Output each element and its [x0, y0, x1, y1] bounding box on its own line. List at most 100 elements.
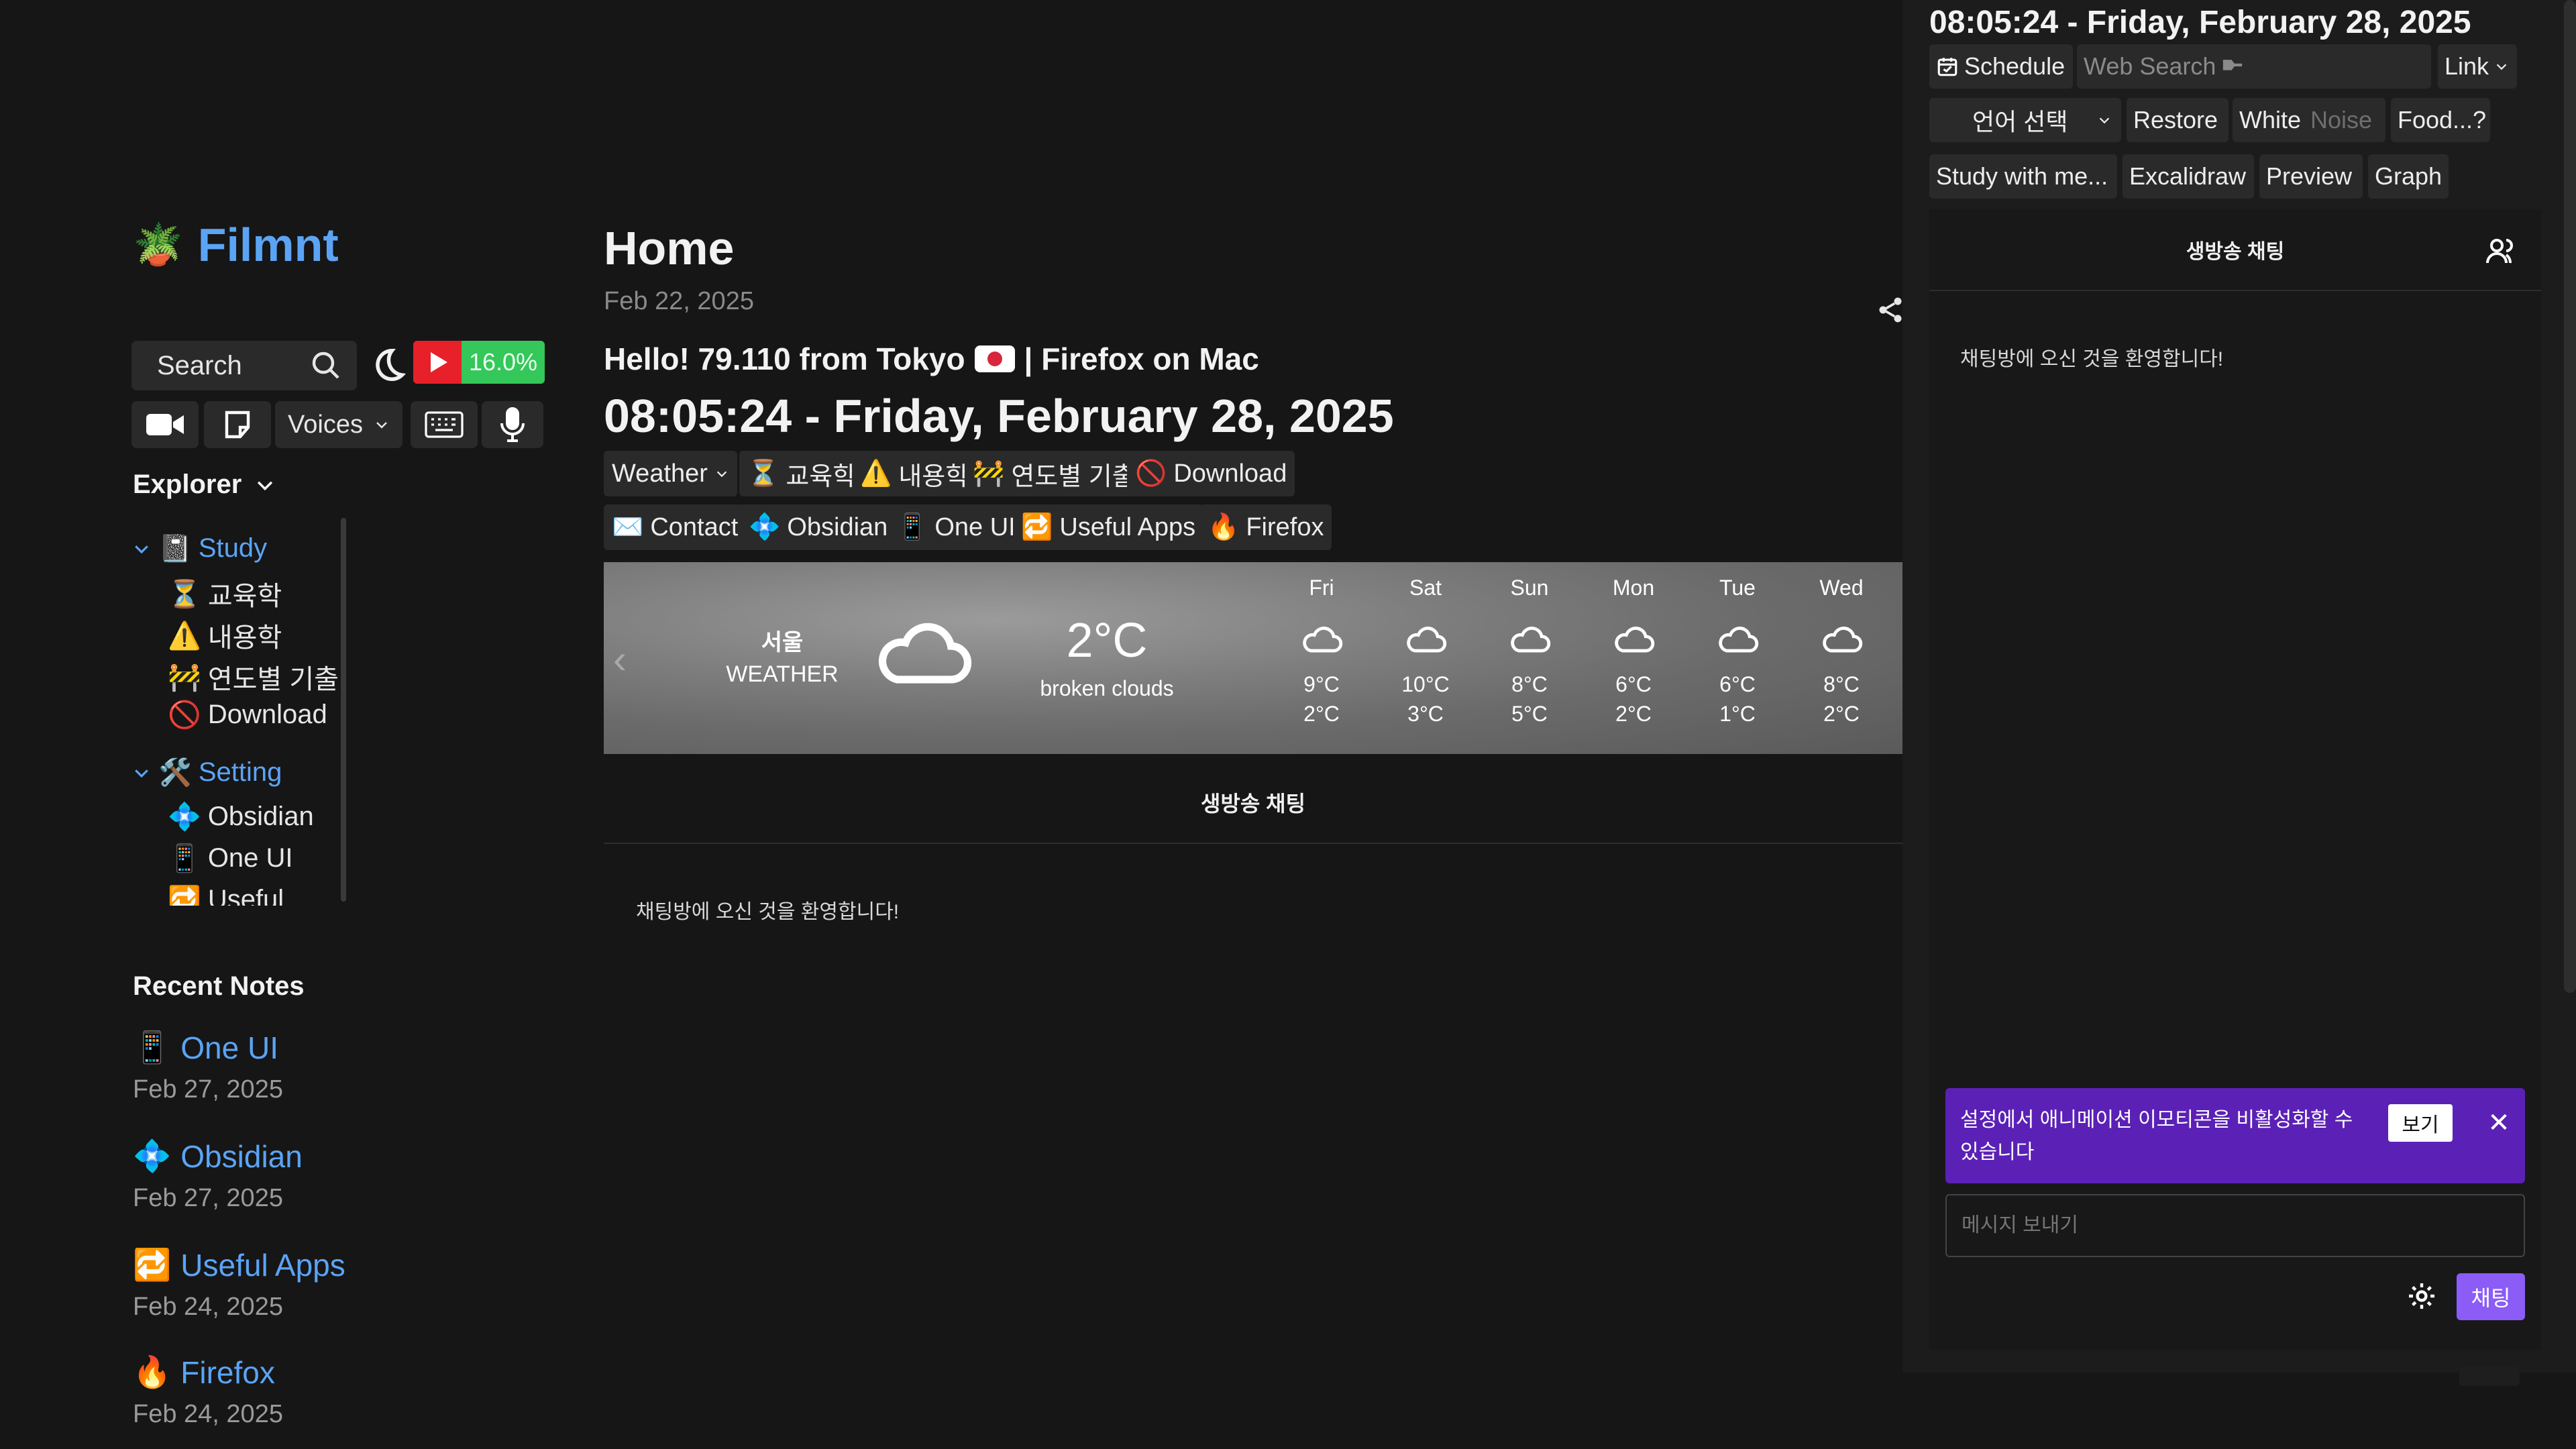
japan-flag-icon [974, 345, 1015, 372]
excalidraw-button[interactable]: Excalidraw [2123, 154, 2254, 199]
preview-button[interactable]: Preview [2259, 154, 2363, 199]
diamond-icon: 💠 [133, 1138, 172, 1173]
tree-folder-study[interactable]: 📓 Study [131, 533, 267, 564]
phone-icon: 📱 [168, 844, 201, 873]
page-date: Feb 22, 2025 [604, 287, 754, 315]
note-button[interactable] [204, 401, 271, 448]
chip-label: Download [1173, 459, 1287, 488]
site-logo[interactable]: 🪴 Filmnt [133, 218, 339, 272]
music-progress[interactable]: 16.0% [413, 341, 545, 384]
forecast-day-name: Fri [1309, 576, 1334, 600]
keyboard-button[interactable] [411, 401, 478, 448]
cloud-icon [1275, 609, 1368, 669]
recent-note[interactable]: 🔁 Useful Apps Feb 24, 2025 [133, 1246, 345, 1322]
tree-item[interactable]: ⚠️ 내용학 [168, 616, 282, 655]
recent-note[interactable]: 🔥 Firefox Feb 24, 2025 [133, 1354, 283, 1429]
chip-link[interactable]: 🔥 Firefox [1199, 504, 1332, 550]
forecast-low: 2°C [1823, 702, 1860, 726]
recent-note-title[interactable]: Obsidian [180, 1138, 303, 1175]
recent-note-title[interactable]: Useful Apps [180, 1247, 345, 1283]
users-icon[interactable] [2485, 235, 2517, 267]
forecast-day: Tue 6°C 1°C [1690, 576, 1784, 729]
chip-label: One UI [934, 513, 1016, 541]
language-select[interactable]: 언어 선택 [1929, 98, 2121, 142]
play-icon[interactable] [413, 341, 462, 384]
voices-dropdown[interactable]: Voices [275, 401, 402, 448]
tree-item[interactable]: 🚫 Download [168, 699, 327, 731]
restore-button[interactable]: Restore [2127, 98, 2229, 142]
greeting-text: Hello! 79.110 from Tokyo [604, 341, 965, 376]
chip-label: Obsidian [787, 513, 888, 541]
chip-label: 교육학 [786, 462, 857, 491]
recent-note-title[interactable]: Firefox [180, 1354, 275, 1391]
study-with-me-button[interactable]: Study with me... [1929, 154, 2117, 199]
forecast-low: 2°C [1615, 702, 1652, 726]
pointer-icon [2221, 58, 2244, 75]
tree-folder-label: Study [198, 533, 268, 563]
video-button[interactable] [131, 401, 199, 448]
recent-note[interactable]: 📱 One UI Feb 27, 2025 [133, 1029, 283, 1104]
moon-icon[interactable] [368, 345, 408, 385]
chevron-down-icon [254, 474, 276, 496]
message-input[interactable] [1945, 1194, 2525, 1257]
forecast-day: Fri 9°C 2°C [1275, 576, 1368, 729]
share-icon[interactable] [1876, 295, 1905, 325]
food-button[interactable]: Food...? [2391, 98, 2490, 142]
forecast-low: 3°C [1407, 702, 1444, 726]
panel-tab[interactable] [2459, 1366, 2520, 1386]
tree-scrollbar[interactable] [341, 518, 346, 902]
chat-panel-welcome: 채팅방에 오신 것을 환영합니다! [1960, 348, 2224, 370]
white-noise-button[interactable]: White Noise [2233, 98, 2385, 142]
video-camera-icon [145, 410, 185, 439]
notebook-icon: 📓 [158, 534, 192, 564]
microphone-button[interactable] [482, 401, 543, 448]
warning-icon: ⚠️ [168, 621, 201, 651]
send-chat-button[interactable]: 채팅 [2457, 1273, 2525, 1320]
tree-item-label: One UI [207, 843, 293, 873]
chip-link[interactable]: ✉️ Contact [604, 504, 747, 550]
fire-icon: 🔥 [133, 1354, 172, 1389]
weather-dropdown[interactable]: Weather [604, 451, 737, 496]
tree-item[interactable]: 📱 One UI [168, 843, 293, 874]
tree-item[interactable]: ⏳ 교육학 [168, 574, 282, 613]
recent-note[interactable]: 💠 Obsidian Feb 27, 2025 [133, 1138, 303, 1213]
chevron-down-icon [2494, 59, 2509, 74]
chip-link[interactable]: 💠 Obsidian [741, 504, 896, 550]
prohibited-icon: 🚫 [168, 700, 201, 730]
tree-item[interactable]: 🚧 연도별 기출 [168, 657, 339, 696]
tree-item[interactable]: 💠 Obsidian [168, 801, 314, 833]
chip-link[interactable]: ⚠️ 내용학 [852, 451, 977, 496]
microphone-icon [498, 407, 527, 442]
chip-link[interactable]: 🚫 Download [1127, 451, 1295, 496]
chip-link[interactable]: ⏳ 교육학 [739, 451, 865, 496]
chip-link[interactable]: 🚧 연도별 기출 [965, 451, 1144, 496]
chat-header: 생방송 채팅 [604, 762, 1902, 844]
chevron-down-icon [374, 417, 390, 433]
recent-note-date: Feb 27, 2025 [133, 1184, 283, 1212]
schedule-button[interactable]: Schedule [1929, 44, 2073, 89]
chip-link[interactable]: 📱 One UI [888, 504, 1024, 550]
close-icon[interactable]: ✕ [2482, 1104, 2516, 1142]
tree-item[interactable]: 🔁 Useful [168, 884, 284, 906]
calendar-icon [1936, 55, 1959, 78]
phone-icon: 📱 [133, 1030, 172, 1065]
link-dropdown[interactable]: Link [2438, 44, 2517, 89]
explorer-toggle[interactable]: Explorer [133, 470, 276, 500]
page-scrollbar[interactable] [2564, 0, 2576, 993]
forecast-high: 6°C [1719, 672, 1756, 696]
recent-note-title[interactable]: One UI [180, 1030, 278, 1066]
search-button[interactable]: Search [131, 341, 357, 390]
tree-folder-setting[interactable]: 🛠️ Setting [131, 757, 282, 788]
diamond-icon: 💠 [168, 802, 201, 832]
gear-icon[interactable] [2406, 1280, 2438, 1312]
notice-text: 설정에서 애니메이션 이모티콘을 비활성화할 수 있습니다 [1960, 1109, 2353, 1163]
tree-item-label: Obsidian [207, 802, 314, 831]
chip-label: 연도별 기출 [1011, 462, 1136, 491]
sidebar: 🪴 Filmnt Search 16.0% Voices Explorer 📓 … [0, 0, 577, 1449]
web-search-input[interactable]: Web Search [2077, 44, 2431, 89]
graph-button[interactable]: Graph [2368, 154, 2449, 199]
chip-link[interactable]: 🔁 Useful Apps [1013, 504, 1204, 550]
tools-icon: 🛠️ [158, 758, 192, 788]
notice-view-button[interactable]: 보기 [2388, 1104, 2453, 1142]
chevron-left-icon[interactable]: ‹ [613, 636, 627, 682]
